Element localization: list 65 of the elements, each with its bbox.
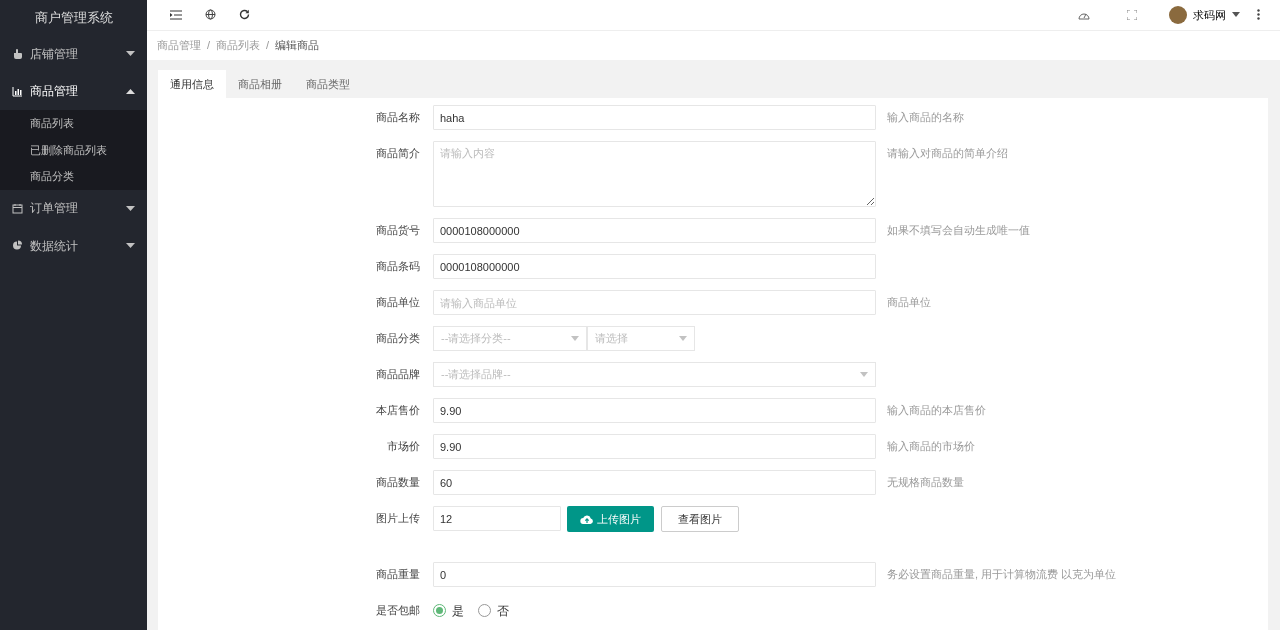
caret-icon (1232, 12, 1240, 18)
caret-icon (126, 205, 135, 211)
sidebar-menu-item[interactable]: 数据统计 (0, 227, 147, 265)
input-field[interactable]: 0000108000000 (433, 254, 876, 279)
caret-icon (126, 88, 135, 94)
field-hint: 无规格商品数量 (887, 475, 964, 490)
field-hint: 输入商品的市场价 (887, 439, 975, 454)
tab[interactable]: 商品类型 (294, 70, 362, 98)
field-label: 商品数量 (375, 475, 421, 490)
breadcrumb-separator: / (266, 38, 270, 53)
caret-icon (126, 243, 135, 249)
hand-icon (12, 48, 23, 60)
field-label: 商品条码 (375, 259, 421, 274)
field-hint: 如果不填写会自动生成唯一值 (887, 223, 1030, 238)
view-images-button[interactable]: 查看图片 (661, 506, 739, 532)
input-field[interactable]: 9.90 (433, 434, 876, 459)
upload-button[interactable]: 上传图片 (567, 506, 654, 532)
bar-chart-icon (12, 85, 23, 97)
input-field[interactable]: 0000108000000 (433, 218, 876, 243)
field-label: 图片上传 (375, 511, 421, 526)
radio-option[interactable]: 是 (433, 601, 464, 620)
submenu-item[interactable]: 商品列表 (0, 110, 147, 137)
field-label: 商品名称 (375, 110, 421, 125)
breadcrumb-current: 编辑商品 (275, 38, 320, 53)
user-menu[interactable]: 求码网 (1169, 5, 1240, 24)
field-label: 商品货号 (375, 223, 421, 238)
input-field[interactable]: 60 (433, 470, 876, 495)
avatar-icon (1169, 5, 1187, 24)
field-hint: 商品单位 (887, 295, 931, 310)
more-icon[interactable] (1256, 9, 1260, 21)
globe-icon[interactable] (204, 9, 216, 21)
sidebar-menu-item[interactable]: 店铺管理 (0, 35, 147, 73)
field-label: 商品单位 (375, 295, 421, 310)
field-label: 商品品牌 (375, 367, 421, 382)
caret-icon (126, 51, 135, 57)
cloud-upload-icon (580, 514, 594, 524)
input-field[interactable]: 12 (433, 506, 561, 531)
breadcrumb-separator: / (207, 38, 211, 53)
field-label: 本店售价 (375, 403, 421, 418)
menu-collapse-icon[interactable] (170, 9, 182, 20)
field-label: 商品分类 (375, 331, 421, 346)
textarea-field[interactable]: 请输入内容 (433, 141, 876, 207)
submenu-item[interactable]: 商品分类 (0, 163, 147, 190)
tab[interactable]: 商品相册 (226, 70, 294, 98)
sidebar-menu-item[interactable]: 订单管理 (0, 189, 147, 227)
field-hint: 输入商品的本店售价 (887, 403, 986, 418)
field-label: 商品重量 (375, 567, 421, 582)
app-title: 商户管理系统 (33, 9, 114, 27)
calendar-icon (12, 202, 23, 214)
input-field[interactable]: 9.90 (433, 398, 876, 423)
field-hint: 务必设置商品重量, 用于计算物流费 以克为单位 (887, 567, 1117, 582)
field-label: 是否包邮 (375, 603, 421, 618)
field-label: 市场价 (386, 439, 421, 454)
pie-chart-icon (12, 240, 23, 252)
field-hint: 输入商品的名称 (887, 110, 964, 125)
input-field[interactable]: 0 (433, 562, 876, 587)
sidebar-menu-item[interactable]: 商品管理 (0, 72, 147, 110)
field-label: 商品简介 (375, 146, 421, 161)
refresh-icon[interactable] (238, 9, 250, 21)
field-hint: 请输入对商品的简单介绍 (887, 146, 1008, 161)
tab[interactable]: 通用信息 (158, 70, 226, 98)
radio-option[interactable]: 否 (478, 601, 509, 620)
input-field[interactable]: 请输入商品单位 (433, 290, 876, 315)
submenu-item[interactable]: 已删除商品列表 (0, 136, 147, 163)
input-field[interactable]: haha (433, 105, 876, 130)
